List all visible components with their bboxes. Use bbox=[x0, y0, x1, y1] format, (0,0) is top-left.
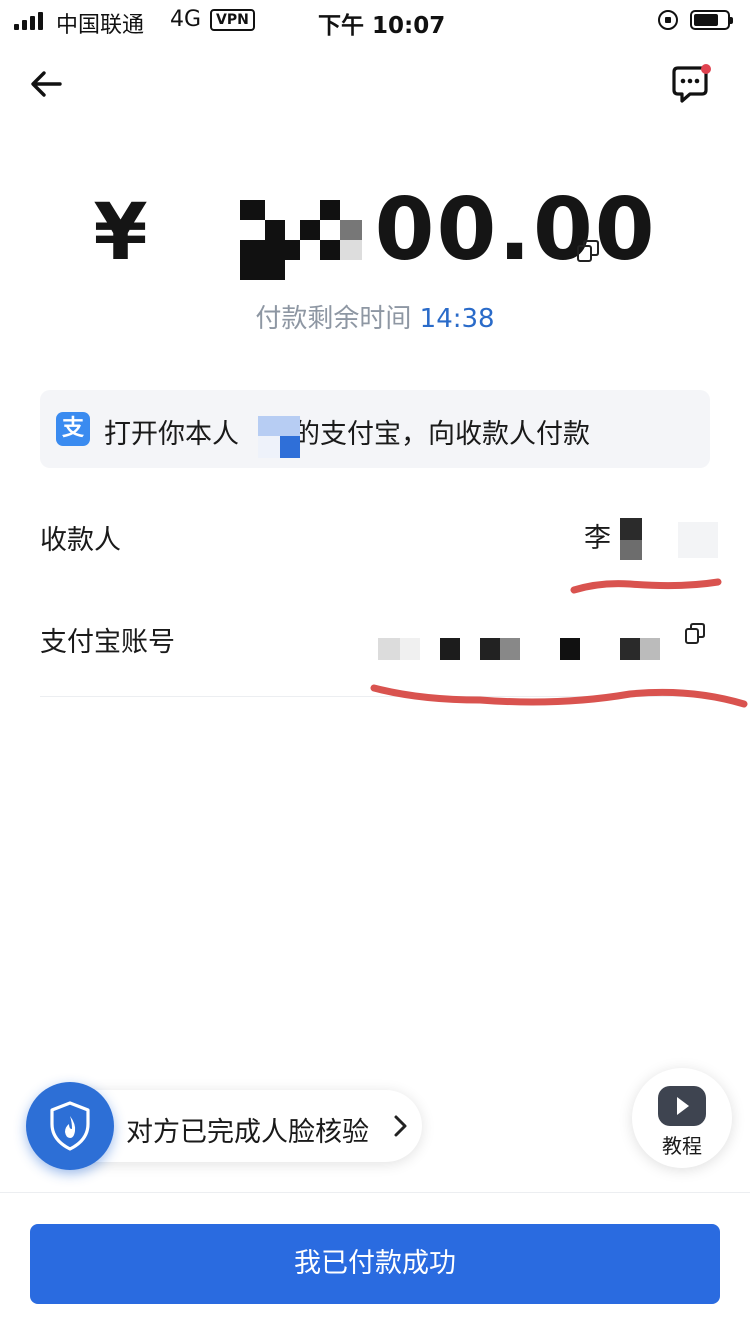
payee-label: 收款人 bbox=[40, 525, 121, 556]
battery-icon bbox=[690, 10, 733, 30]
account-redaction-mosaic bbox=[378, 638, 662, 660]
play-icon bbox=[658, 1086, 706, 1126]
tutorial-label: 教程 bbox=[662, 1134, 702, 1158]
copy-amount-icon[interactable] bbox=[575, 238, 601, 264]
timer-value: 14:38 bbox=[419, 304, 495, 334]
alipay-account-label: 支付宝账号 bbox=[40, 627, 175, 658]
payment-timer: 付款剩余时间 14:38 bbox=[0, 298, 750, 335]
payee-redaction-mosaic bbox=[620, 518, 720, 560]
payment-done-button[interactable]: 我已付款成功 bbox=[30, 1224, 720, 1304]
amount-redaction-mosaic bbox=[240, 200, 365, 280]
currency-symbol: ¥ bbox=[93, 188, 150, 278]
banner-redaction-mosaic bbox=[258, 416, 300, 458]
rotation-lock-icon bbox=[658, 10, 678, 30]
amount-digits: 00.00 bbox=[374, 180, 657, 280]
back-arrow-icon[interactable] bbox=[26, 64, 66, 104]
tutorial-button[interactable]: 教程 bbox=[632, 1068, 732, 1168]
network-type: 4G bbox=[170, 7, 202, 32]
carrier-name: 中国联通 bbox=[56, 13, 145, 38]
signal-icon bbox=[14, 12, 48, 30]
face-verified-text: 对方已完成人脸核验 bbox=[126, 1117, 369, 1148]
row-divider bbox=[40, 696, 710, 697]
chat-bubble-icon[interactable] bbox=[668, 62, 714, 108]
amount-section: ¥00.00 bbox=[0, 180, 750, 280]
shield-icon bbox=[26, 1082, 114, 1170]
alipay-icon: 支 bbox=[56, 412, 90, 446]
chevron-right-icon bbox=[394, 1115, 407, 1137]
copy-account-icon[interactable] bbox=[683, 622, 707, 646]
payee-name: 李 bbox=[584, 523, 611, 554]
status-bar: 中国联通 4G VPN 下午 10:07 bbox=[0, 0, 750, 40]
timer-label: 付款剩余时间 bbox=[255, 304, 412, 334]
bottom-divider bbox=[0, 1192, 750, 1193]
alipay-instruction-banner: 支 打开你本人 的支付宝，向收款人付款 bbox=[40, 390, 710, 468]
instruction-text: 打开你本人 的支付宝，向收款人付款 bbox=[104, 419, 590, 450]
payment-amount: ¥00.00 bbox=[93, 180, 656, 280]
clock: 下午 10:07 bbox=[318, 13, 446, 39]
vpn-badge: VPN bbox=[210, 9, 255, 31]
